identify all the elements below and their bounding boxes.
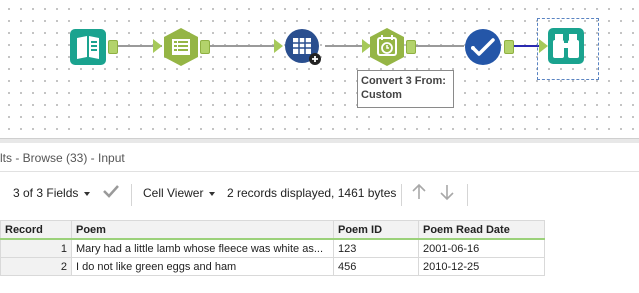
record-cell[interactable]: 1 xyxy=(0,238,72,258)
arrow-up-icon xyxy=(412,183,426,199)
results-toolbar: 3 of 3 Fields Cell Viewer 2 records disp… xyxy=(0,172,639,216)
tool-annotation: Convert 3 From: Custom xyxy=(357,70,454,108)
browse-tool[interactable] xyxy=(548,28,584,67)
poem-id-cell[interactable]: 456 xyxy=(333,257,419,276)
connection-line xyxy=(208,45,274,47)
results-panel-header: lts - Browse (33) - Input xyxy=(0,143,639,172)
check-icon xyxy=(465,29,501,65)
multi-field-formula-tool[interactable] xyxy=(284,28,322,69)
connection-line xyxy=(512,45,540,47)
table-header-row: Record Poem Poem ID Poem Read Date xyxy=(0,220,545,240)
output-anchor[interactable] xyxy=(108,40,118,54)
column-header-poem[interactable]: Poem xyxy=(71,220,334,240)
input-anchor[interactable] xyxy=(274,39,283,53)
output-anchor[interactable] xyxy=(406,40,416,54)
output-anchor[interactable] xyxy=(504,40,514,54)
poem-cell[interactable]: Mary had a little lamb whose fleece was … xyxy=(71,238,334,258)
poem-read-date-cell[interactable]: 2010-12-25 xyxy=(418,257,545,276)
grid-plus-icon xyxy=(285,29,321,65)
scroll-down-button[interactable] xyxy=(439,183,455,204)
datetime-tool[interactable] xyxy=(368,27,406,70)
workflow-canvas[interactable]: Convert 3 From: Custom xyxy=(0,0,639,138)
chevron-down-icon xyxy=(84,191,91,196)
binoculars-icon xyxy=(548,28,584,64)
apply-checkmark-button[interactable] xyxy=(102,183,120,202)
poem-id-cell[interactable]: 123 xyxy=(333,238,419,258)
connection-line xyxy=(325,45,363,47)
scroll-up-button[interactable] xyxy=(411,183,427,204)
cell-viewer-dropdown[interactable]: Cell Viewer xyxy=(143,186,216,200)
select-tool[interactable] xyxy=(161,27,201,70)
column-header-record[interactable]: Record xyxy=(0,220,72,240)
poem-read-date-cell[interactable]: 2001-06-16 xyxy=(418,238,545,258)
records-info: 2 records displayed, 1461 bytes xyxy=(227,186,397,200)
poem-cell[interactable]: I do not like green eggs and ham xyxy=(71,257,334,276)
input-data-tool[interactable] xyxy=(70,29,106,68)
book-icon xyxy=(70,29,106,65)
panel-title: lts - Browse (33) - Input xyxy=(0,151,125,165)
connection-line xyxy=(414,45,464,47)
cell-viewer-label: Cell Viewer xyxy=(143,186,204,200)
table-list-icon xyxy=(164,28,198,66)
toolbar-separator xyxy=(467,184,468,206)
dynamic-select-tool[interactable] xyxy=(464,28,502,69)
table-row[interactable]: 2 I do not like green eggs and ham 456 2… xyxy=(0,257,545,276)
output-anchor[interactable] xyxy=(200,40,210,54)
record-cell[interactable]: 2 xyxy=(0,257,72,276)
column-header-poem-read-date[interactable]: Poem Read Date xyxy=(418,220,545,240)
toolbar-separator xyxy=(131,184,132,206)
results-table: Record Poem Poem ID Poem Read Date 1 Mar… xyxy=(0,220,545,276)
input-anchor[interactable] xyxy=(539,39,548,53)
table-row[interactable]: 1 Mary had a little lamb whose fleece wa… xyxy=(0,238,545,258)
toolbar-separator xyxy=(401,184,402,206)
fields-dropdown[interactable]: 3 of 3 Fields xyxy=(13,186,91,200)
arrow-down-icon xyxy=(440,185,454,201)
checkmark-icon xyxy=(103,185,119,198)
column-header-poem-id[interactable]: Poem ID xyxy=(333,220,419,240)
fields-dropdown-label: 3 of 3 Fields xyxy=(13,186,79,200)
calendar-clock-icon xyxy=(370,28,404,66)
chevron-down-icon xyxy=(209,191,216,196)
